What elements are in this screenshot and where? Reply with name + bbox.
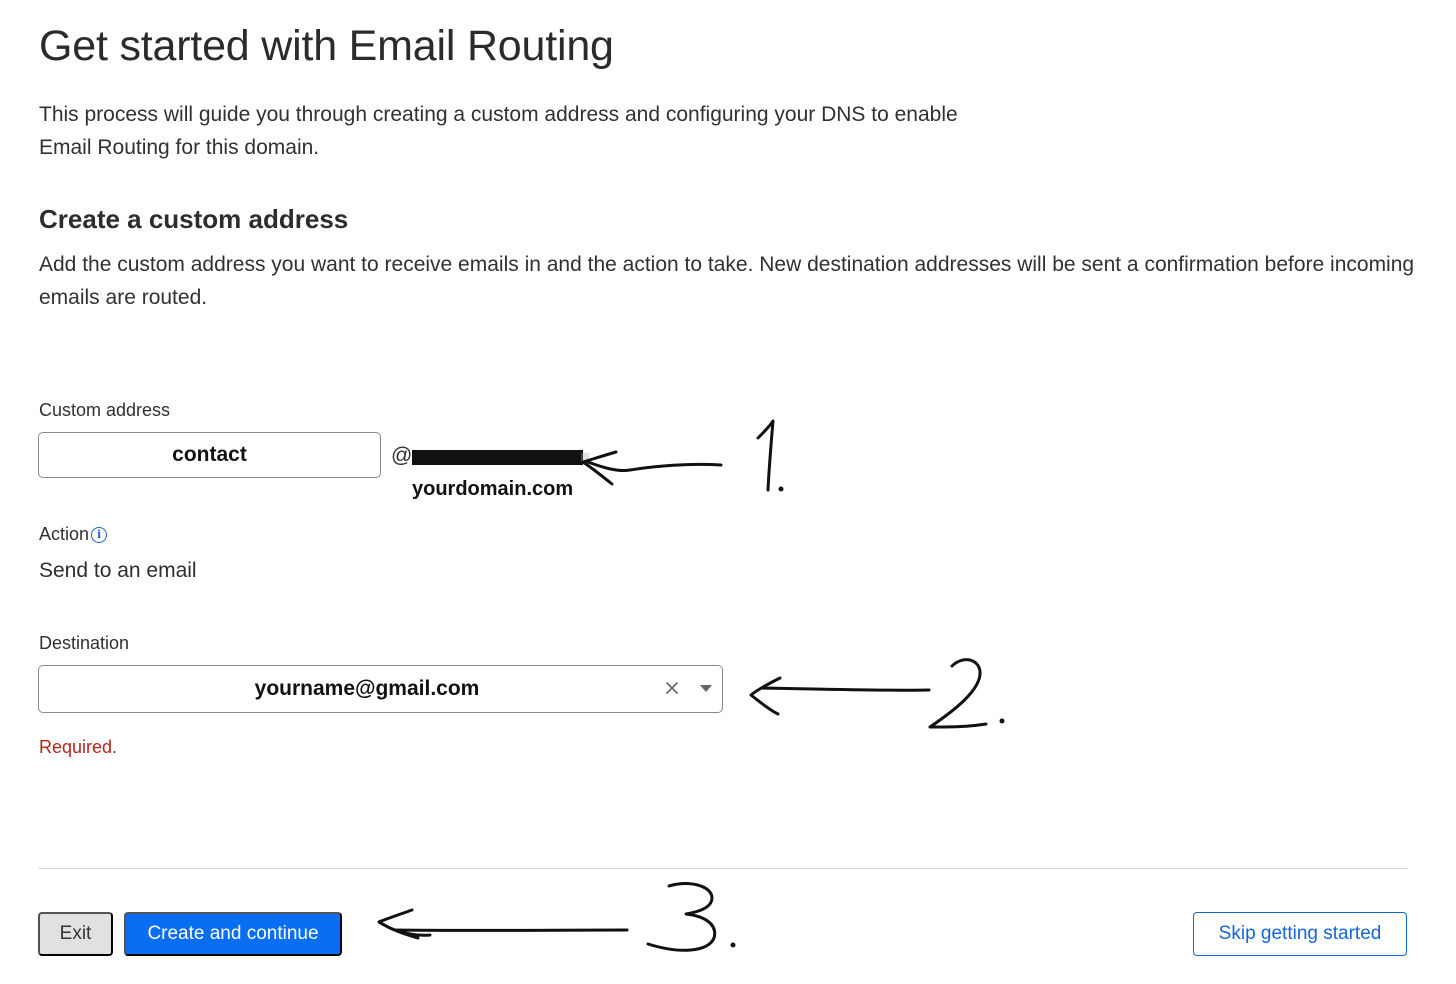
close-icon[interactable] bbox=[662, 678, 682, 698]
info-icon[interactable]: i bbox=[91, 526, 108, 543]
action-label: Action bbox=[39, 524, 90, 544]
section-title: Create a custom address bbox=[39, 204, 349, 234]
skip-getting-started-button[interactable]: Skip getting started bbox=[1193, 912, 1407, 956]
chevron-down-icon[interactable] bbox=[696, 678, 716, 698]
custom-address-label: Custom address bbox=[39, 400, 171, 420]
at-sign: @ bbox=[391, 444, 413, 467]
annotation-number-1 bbox=[756, 419, 775, 492]
annotation-arrow-2 bbox=[760, 686, 931, 692]
exit-button[interactable]: Exit bbox=[38, 912, 113, 956]
footer-divider bbox=[38, 868, 1408, 869]
section-description: Add the custom address you want to recei… bbox=[39, 253, 1415, 309]
action-label-row: Action i bbox=[39, 524, 108, 545]
action-value: Send to an email bbox=[39, 559, 197, 582]
destination-error: Required. bbox=[39, 737, 118, 757]
custom-address-value: contact bbox=[172, 443, 247, 466]
annotation-number-3 bbox=[646, 882, 717, 952]
intro-text: This process will guide you through crea… bbox=[39, 103, 958, 159]
custom-address-input[interactable]: contact bbox=[38, 432, 381, 478]
redacted-domain bbox=[412, 450, 589, 465]
destination-value: yourname@gmail.com bbox=[254, 677, 480, 700]
destination-select[interactable]: yourname@gmail.com bbox=[38, 665, 723, 713]
annotation-number-2 bbox=[928, 658, 988, 729]
annotation-arrow-1 bbox=[586, 460, 723, 472]
domain-annotation: yourdomain.com bbox=[412, 478, 574, 500]
page-title: Get started with Email Routing bbox=[39, 22, 614, 70]
destination-label: Destination bbox=[39, 633, 130, 653]
create-and-continue-button[interactable]: Create and continue bbox=[124, 912, 342, 956]
